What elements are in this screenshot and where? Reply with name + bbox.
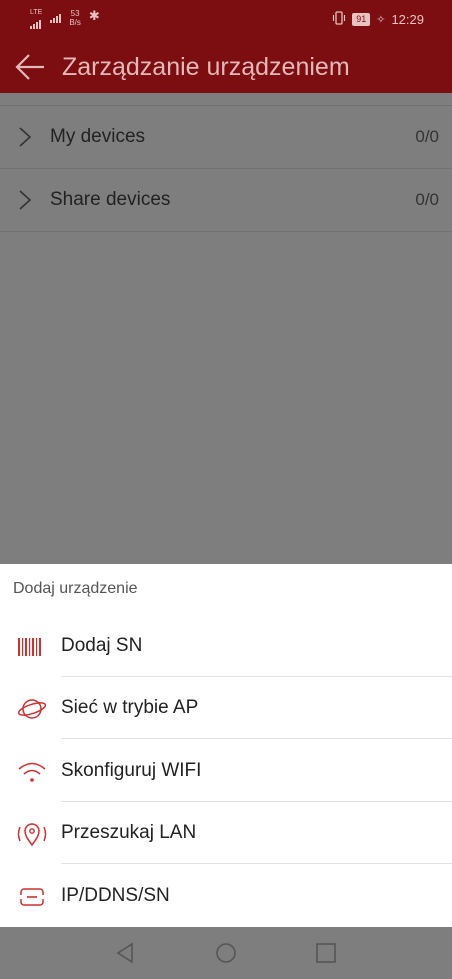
network-type: LTE [30, 9, 43, 16]
chevron-right-icon [19, 127, 32, 147]
planet-icon [17, 699, 47, 719]
option-label: Sieć w trybie AP [61, 697, 199, 718]
battery-indicator: 91 [352, 13, 371, 26]
list-item-label: Share devices [50, 189, 171, 210]
home-circle-icon[interactable] [214, 941, 238, 965]
wifi-icon [18, 762, 46, 782]
list-item-label: My devices [50, 126, 146, 147]
vibrate-icon [332, 11, 346, 28]
signal-icon [30, 17, 41, 29]
chevron-right-icon [19, 190, 32, 210]
add-device-sheet: Dodaj urządzenie Dodaj SN Sieć w trybie … [0, 564, 452, 927]
recents-square-icon[interactable] [314, 941, 338, 965]
option-label: IP/DDNS/SN [61, 885, 170, 906]
device-count: 0/0 [415, 190, 439, 209]
barcode-icon [18, 638, 41, 656]
back-triangle-icon[interactable] [114, 941, 138, 965]
lte-signal: LTE [30, 9, 42, 31]
page-title: Zarządzanie urządzeniem [62, 53, 350, 81]
option-label: Przeszukaj LAN [61, 822, 197, 843]
list-item-my-devices[interactable]: My devices 0/0 [0, 105, 452, 168]
network-speed: 53 B/s [69, 9, 81, 27]
divider [61, 863, 452, 864]
arrow-left-icon [15, 54, 44, 80]
divider [61, 738, 452, 739]
status-right: 91 ✧ 12:29 [332, 11, 424, 28]
status-bar: LTE 53 B/s ✱ 91 ✧ 12:29 [0, 0, 452, 40]
option-label: Skonfiguruj WIFI [61, 760, 202, 781]
speed-unit: B/s [69, 18, 81, 27]
option-add-sn[interactable]: Dodaj SN [0, 615, 452, 677]
location-pin-icon [17, 823, 47, 847]
ip-box-icon [19, 888, 45, 906]
speed-value: 53 [70, 9, 80, 18]
list-item-share-devices[interactable]: Share devices 0/0 [0, 168, 452, 232]
status-left: LTE 53 B/s ✱ [30, 9, 100, 31]
option-ip-ddns-sn[interactable]: IP/DDNS/SN [0, 865, 452, 927]
leaf-icon: ✧ [376, 14, 386, 26]
signal-icon-2 [50, 11, 62, 23]
bluetooth-icon: ✱ [88, 8, 100, 23]
device-list: My devices 0/0 Share devices 0/0 [0, 105, 452, 232]
app-bar: Zarządzanie urządzeniem [0, 40, 452, 93]
system-nav-bar [0, 927, 452, 979]
option-search-lan[interactable]: Przeszukaj LAN [0, 802, 452, 864]
option-ap-mode[interactable]: Sieć w trybie AP [0, 677, 452, 739]
clock: 12:29 [391, 12, 424, 27]
sheet-title: Dodaj urządzenie [13, 580, 138, 597]
back-button[interactable] [14, 50, 48, 84]
device-count: 0/0 [415, 127, 439, 146]
option-configure-wifi[interactable]: Skonfiguruj WIFI [0, 740, 452, 802]
option-label: Dodaj SN [61, 635, 143, 656]
